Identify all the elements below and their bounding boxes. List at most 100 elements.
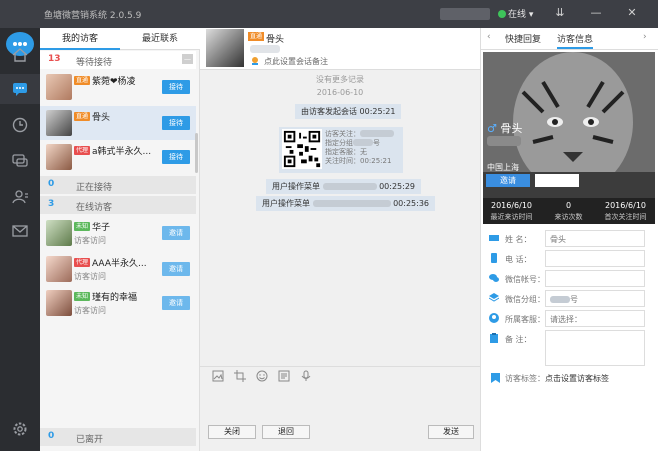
invite-button[interactable]: 邀请 — [162, 262, 190, 276]
screenshot-crop-icon[interactable] — [234, 370, 246, 382]
field-name: 姓 名： 骨头 — [487, 230, 653, 248]
visitor-source: 访客访问 — [74, 272, 106, 281]
profile-nickname-redacted — [487, 136, 521, 146]
field-remark: 备 注： — [487, 330, 653, 366]
avatar — [46, 256, 72, 282]
list-item[interactable]: 代理 AAA半永久... 访客访问 邀请 — [40, 252, 196, 286]
agent-icon — [489, 313, 499, 323]
left-rail — [0, 28, 40, 451]
stat-visit-count: 0 来访次数 — [554, 201, 583, 221]
chat-header: 直通 骨头 点此设置会话备注 — [200, 28, 480, 70]
send-button[interactable]: 发送 — [428, 425, 474, 439]
system-message: 由访客发起会话 00:25:21 — [295, 104, 402, 119]
messages-icon[interactable] — [0, 146, 40, 176]
app-title: 鱼塘微营销系统 2.0.5.9 — [44, 11, 142, 21]
note-icon — [252, 57, 258, 65]
emoji-icon[interactable] — [256, 370, 268, 382]
field-phone: 电 话： — [487, 250, 653, 268]
remark-textarea[interactable] — [545, 330, 645, 366]
visitor-tag: 未知 — [74, 292, 91, 301]
receive-button[interactable]: 接待 — [162, 116, 190, 130]
phone-input[interactable] — [545, 250, 645, 267]
visitor-id-redacted — [250, 45, 280, 53]
waiting-label: 等待接待 — [76, 58, 113, 68]
list-scrollbar[interactable] — [195, 133, 198, 173]
receive-button[interactable]: 接待 — [162, 150, 190, 164]
field-agent: 所属客服： 请选择： — [487, 310, 653, 328]
chat-visitor-name: 骨头 — [266, 35, 285, 45]
visitor-tag: 直通 — [74, 76, 91, 85]
input-toolbar — [200, 366, 480, 386]
session-note-link[interactable]: 点此设置会话备注 — [264, 56, 328, 67]
name-input[interactable]: 骨头 — [545, 230, 645, 247]
profile-invite-button[interactable]: 邀请 — [486, 174, 530, 187]
chat-icon[interactable] — [0, 74, 40, 104]
next-arrow-icon[interactable]: › — [643, 32, 647, 42]
receive-button[interactable]: 接待 — [162, 80, 190, 94]
visitor-info-panel: ‹ 快捷回复 访客信息 › ♂ 骨头 中国上海 邀请 2016/6/10 最近来访… — [480, 28, 658, 451]
visitor-tag: 代理 — [74, 146, 91, 155]
card-icon[interactable] — [278, 370, 290, 382]
section-serving[interactable]: 0 正在接待 — [40, 176, 196, 194]
invite-button[interactable]: 邀请 — [162, 296, 190, 310]
section-left[interactable]: 0 已离开 — [40, 428, 196, 446]
online-status-icon — [498, 10, 506, 18]
tab-visitor-info[interactable]: 访客信息 — [557, 32, 594, 49]
message-input[interactable] — [200, 386, 480, 451]
settings-gear-icon[interactable] — [0, 414, 40, 444]
home-icon[interactable] — [0, 40, 40, 70]
microphone-icon[interactable] — [300, 370, 312, 382]
layers-icon — [489, 293, 499, 302]
tab-recent-contacts[interactable]: 最近联系 — [120, 28, 200, 50]
visit-stats: 2016/6/10 最近来访时间 0 来访次数 2016/6/10 首次关注时间 — [483, 198, 655, 224]
invite-input[interactable] — [535, 174, 579, 187]
invite-button[interactable]: 邀请 — [162, 226, 190, 240]
bookmark-icon — [491, 373, 500, 383]
list-item[interactable]: 直通 骨头 接待 — [40, 106, 196, 140]
image-icon[interactable] — [212, 370, 224, 382]
section-waiting[interactable]: 13 等待接待 — — [40, 51, 196, 69]
profile-card: ♂ 骨头 中国上海 邀请 2016/6/10 最近来访时间 0 来访次数 2016/… — [483, 52, 655, 224]
account-name-redacted — [440, 8, 490, 20]
visitor-source: 访客访问 — [74, 306, 106, 315]
chevron-down-icon: ▾ — [528, 10, 534, 20]
collapse-icon[interactable]: — — [182, 54, 193, 64]
menu-icon[interactable]: ⇊ — [552, 6, 568, 19]
visitor-list-panel: 我的访客 最近联系 13 等待接待 — 直通 紫菀❤杨凌 接待 直通 骨头 接待… — [40, 28, 200, 451]
clipboard-icon — [490, 333, 498, 343]
avatar — [46, 144, 72, 170]
set-tags-link[interactable]: 点击设置访客标签 — [545, 373, 609, 384]
wechat-group-input[interactable]: 号 — [545, 290, 645, 307]
serving-label: 正在接待 — [76, 183, 113, 193]
title-bar: 鱼塘微营销系统 2.0.5.9 在线 ▾ ⇊ — ✕ — [0, 0, 658, 28]
list-item[interactable]: 代理 a韩式半永久... 接待 — [40, 140, 196, 174]
right-tabs: ‹ 快捷回复 访客信息 › — [481, 28, 658, 50]
list-item[interactable]: 未知 瑾有的幸福 访客访问 邀请 — [40, 286, 196, 320]
tab-my-visitors[interactable]: 我的访客 — [40, 28, 120, 50]
profile-location: 中国上海 — [487, 163, 519, 172]
no-more-records: 没有更多记录 — [316, 75, 364, 84]
close-button[interactable]: 关闭 — [208, 425, 256, 439]
close-icon[interactable]: ✕ — [624, 6, 640, 19]
wechat-account-input[interactable] — [545, 270, 645, 287]
list-item[interactable]: 直通 紫菀❤杨凌 接待 — [40, 70, 196, 104]
id-card-icon — [489, 235, 499, 241]
visitor-tag: 直通 — [74, 112, 91, 121]
contacts-icon[interactable] — [0, 182, 40, 212]
stat-first-follow: 2016/6/10 首次关注时间 — [604, 201, 647, 221]
left-label: 已离开 — [76, 435, 104, 445]
agent-select[interactable]: 请选择： — [545, 310, 645, 327]
avatar — [46, 220, 72, 246]
status-selector[interactable]: 在线 ▾ — [498, 7, 533, 20]
follow-time-line: 关注时间：00:25:21 — [325, 157, 392, 165]
status-label: 在线 — [508, 10, 527, 20]
return-button[interactable]: 退回 — [262, 425, 310, 439]
section-online[interactable]: 3 在线访客 — [40, 196, 196, 214]
tab-quick-reply[interactable]: 快捷回复 — [505, 32, 541, 45]
minimize-icon[interactable]: — — [588, 6, 604, 19]
history-clock-icon[interactable] — [0, 110, 40, 140]
mail-icon[interactable] — [0, 216, 40, 246]
prev-arrow-icon[interactable]: ‹ — [487, 32, 491, 42]
visitor-name: 紫菀❤杨凌 — [92, 77, 136, 87]
list-item[interactable]: 未知 华子 访客访问 邀请 — [40, 216, 196, 250]
